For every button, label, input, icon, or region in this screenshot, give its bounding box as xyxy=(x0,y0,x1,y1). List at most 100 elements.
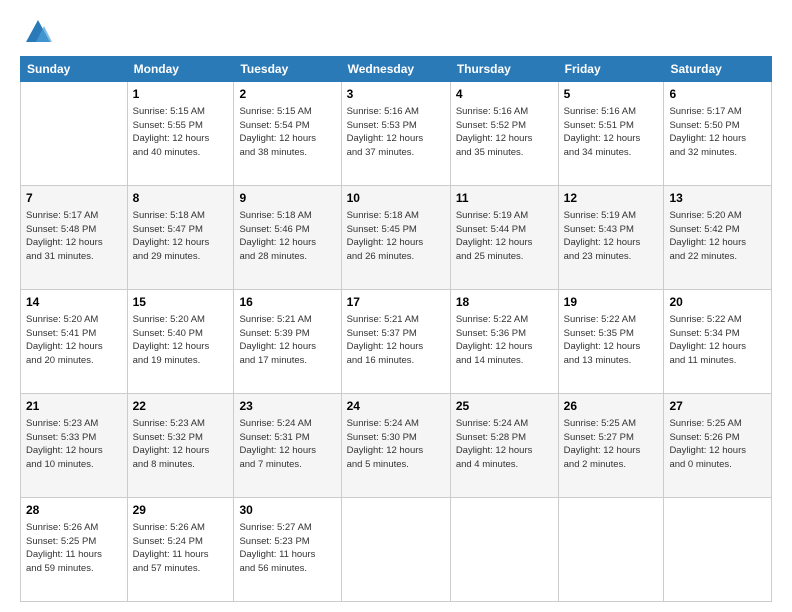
day-info: Sunrise: 5:16 AM Sunset: 5:52 PM Dayligh… xyxy=(456,105,553,160)
day-number: 12 xyxy=(564,190,659,207)
calendar-cell xyxy=(558,498,664,602)
day-info: Sunrise: 5:22 AM Sunset: 5:35 PM Dayligh… xyxy=(564,313,659,368)
calendar-cell: 3 Sunrise: 5:16 AM Sunset: 5:53 PM Daylig… xyxy=(341,82,450,186)
day-number: 28 xyxy=(26,502,122,519)
day-number: 1 xyxy=(133,86,229,103)
calendar-cell: 10 Sunrise: 5:18 AM Sunset: 5:45 PM Dayli… xyxy=(341,186,450,290)
day-number: 11 xyxy=(456,190,553,207)
day-info: Sunrise: 5:16 AM Sunset: 5:51 PM Dayligh… xyxy=(564,105,659,160)
day-info: Sunrise: 5:20 AM Sunset: 5:41 PM Dayligh… xyxy=(26,313,122,368)
day-info: Sunrise: 5:17 AM Sunset: 5:50 PM Dayligh… xyxy=(669,105,766,160)
day-info: Sunrise: 5:15 AM Sunset: 5:54 PM Dayligh… xyxy=(239,105,335,160)
day-number: 19 xyxy=(564,294,659,311)
day-info: Sunrise: 5:24 AM Sunset: 5:30 PM Dayligh… xyxy=(347,417,445,472)
day-number: 20 xyxy=(669,294,766,311)
logo xyxy=(20,18,52,46)
calendar-cell: 24 Sunrise: 5:24 AM Sunset: 5:30 PM Dayli… xyxy=(341,394,450,498)
calendar-cell: 22Sunrise: 5:23 AM Sunset: 5:32 PM Dayli… xyxy=(127,394,234,498)
col-header-wednesday: Wednesday xyxy=(341,57,450,82)
day-number: 15 xyxy=(133,294,229,311)
col-header-friday: Friday xyxy=(558,57,664,82)
day-info: Sunrise: 5:24 AM Sunset: 5:28 PM Dayligh… xyxy=(456,417,553,472)
col-header-monday: Monday xyxy=(127,57,234,82)
day-number: 17 xyxy=(347,294,445,311)
calendar-cell: 27 Sunrise: 5:25 AM Sunset: 5:26 PM Dayli… xyxy=(664,394,772,498)
calendar-cell xyxy=(450,498,558,602)
calendar-cell: 15 Sunrise: 5:20 AM Sunset: 5:40 PM Dayli… xyxy=(127,290,234,394)
day-number: 30 xyxy=(239,502,335,519)
calendar-cell: 20 Sunrise: 5:22 AM Sunset: 5:34 PM Dayli… xyxy=(664,290,772,394)
day-info: Sunrise: 5:18 AM Sunset: 5:47 PM Dayligh… xyxy=(133,209,229,264)
day-info: Sunrise: 5:23 AM Sunset: 5:33 PM Dayligh… xyxy=(26,417,122,472)
calendar-cell: 26Sunrise: 5:25 AM Sunset: 5:27 PM Dayli… xyxy=(558,394,664,498)
calendar-week-row: 14 Sunrise: 5:20 AM Sunset: 5:41 PM Dayli… xyxy=(21,290,772,394)
calendar-cell: 6 Sunrise: 5:17 AM Sunset: 5:50 PM Daylig… xyxy=(664,82,772,186)
col-header-thursday: Thursday xyxy=(450,57,558,82)
col-header-saturday: Saturday xyxy=(664,57,772,82)
calendar-cell: 14 Sunrise: 5:20 AM Sunset: 5:41 PM Dayli… xyxy=(21,290,128,394)
day-info: Sunrise: 5:25 AM Sunset: 5:26 PM Dayligh… xyxy=(669,417,766,472)
day-info: Sunrise: 5:20 AM Sunset: 5:42 PM Dayligh… xyxy=(669,209,766,264)
day-number: 3 xyxy=(347,86,445,103)
calendar-cell: 16 Sunrise: 5:21 AM Sunset: 5:39 PM Dayli… xyxy=(234,290,341,394)
calendar-week-row: 21Sunrise: 5:23 AM Sunset: 5:33 PM Dayli… xyxy=(21,394,772,498)
day-info: Sunrise: 5:18 AM Sunset: 5:45 PM Dayligh… xyxy=(347,209,445,264)
day-number: 8 xyxy=(133,190,229,207)
day-number: 10 xyxy=(347,190,445,207)
calendar-cell: 9 Sunrise: 5:18 AM Sunset: 5:46 PM Daylig… xyxy=(234,186,341,290)
calendar-cell: 2 Sunrise: 5:15 AM Sunset: 5:54 PM Daylig… xyxy=(234,82,341,186)
day-number: 14 xyxy=(26,294,122,311)
calendar-cell: 30 Sunrise: 5:27 AM Sunset: 5:23 PM Dayli… xyxy=(234,498,341,602)
day-info: Sunrise: 5:18 AM Sunset: 5:46 PM Dayligh… xyxy=(239,209,335,264)
day-number: 24 xyxy=(347,398,445,415)
day-number: 4 xyxy=(456,86,553,103)
calendar-cell: 1 Sunrise: 5:15 AM Sunset: 5:55 PM Daylig… xyxy=(127,82,234,186)
col-header-sunday: Sunday xyxy=(21,57,128,82)
day-info: Sunrise: 5:21 AM Sunset: 5:39 PM Dayligh… xyxy=(239,313,335,368)
day-number: 22 xyxy=(133,398,229,415)
calendar-cell xyxy=(664,498,772,602)
calendar-cell: 4 Sunrise: 5:16 AM Sunset: 5:52 PM Daylig… xyxy=(450,82,558,186)
day-info: Sunrise: 5:22 AM Sunset: 5:36 PM Dayligh… xyxy=(456,313,553,368)
page: SundayMondayTuesdayWednesdayThursdayFrid… xyxy=(0,0,792,612)
calendar-cell: 8 Sunrise: 5:18 AM Sunset: 5:47 PM Daylig… xyxy=(127,186,234,290)
day-info: Sunrise: 5:16 AM Sunset: 5:53 PM Dayligh… xyxy=(347,105,445,160)
day-info: Sunrise: 5:24 AM Sunset: 5:31 PM Dayligh… xyxy=(239,417,335,472)
day-number: 6 xyxy=(669,86,766,103)
day-info: Sunrise: 5:27 AM Sunset: 5:23 PM Dayligh… xyxy=(239,521,335,576)
logo-icon xyxy=(24,18,52,46)
calendar-cell: 13 Sunrise: 5:20 AM Sunset: 5:42 PM Dayli… xyxy=(664,186,772,290)
calendar-cell: 28 Sunrise: 5:26 AM Sunset: 5:25 PM Dayli… xyxy=(21,498,128,602)
day-number: 25 xyxy=(456,398,553,415)
day-number: 5 xyxy=(564,86,659,103)
col-header-tuesday: Tuesday xyxy=(234,57,341,82)
calendar-cell: 25 Sunrise: 5:24 AM Sunset: 5:28 PM Dayli… xyxy=(450,394,558,498)
calendar-cell xyxy=(21,82,128,186)
day-number: 18 xyxy=(456,294,553,311)
calendar-cell: 5 Sunrise: 5:16 AM Sunset: 5:51 PM Daylig… xyxy=(558,82,664,186)
day-info: Sunrise: 5:26 AM Sunset: 5:25 PM Dayligh… xyxy=(26,521,122,576)
calendar-cell: 19 Sunrise: 5:22 AM Sunset: 5:35 PM Dayli… xyxy=(558,290,664,394)
day-info: Sunrise: 5:20 AM Sunset: 5:40 PM Dayligh… xyxy=(133,313,229,368)
calendar-cell: 11 Sunrise: 5:19 AM Sunset: 5:44 PM Dayli… xyxy=(450,186,558,290)
calendar-cell: 7Sunrise: 5:17 AM Sunset: 5:48 PM Daylig… xyxy=(21,186,128,290)
day-number: 13 xyxy=(669,190,766,207)
day-info: Sunrise: 5:26 AM Sunset: 5:24 PM Dayligh… xyxy=(133,521,229,576)
day-number: 29 xyxy=(133,502,229,519)
day-info: Sunrise: 5:15 AM Sunset: 5:55 PM Dayligh… xyxy=(133,105,229,160)
day-info: Sunrise: 5:19 AM Sunset: 5:44 PM Dayligh… xyxy=(456,209,553,264)
calendar-cell: 18 Sunrise: 5:22 AM Sunset: 5:36 PM Dayli… xyxy=(450,290,558,394)
day-info: Sunrise: 5:25 AM Sunset: 5:27 PM Dayligh… xyxy=(564,417,659,472)
day-info: Sunrise: 5:19 AM Sunset: 5:43 PM Dayligh… xyxy=(564,209,659,264)
day-number: 16 xyxy=(239,294,335,311)
day-number: 27 xyxy=(669,398,766,415)
day-number: 9 xyxy=(239,190,335,207)
day-info: Sunrise: 5:22 AM Sunset: 5:34 PM Dayligh… xyxy=(669,313,766,368)
day-info: Sunrise: 5:21 AM Sunset: 5:37 PM Dayligh… xyxy=(347,313,445,368)
day-number: 2 xyxy=(239,86,335,103)
calendar-cell: 12 Sunrise: 5:19 AM Sunset: 5:43 PM Dayli… xyxy=(558,186,664,290)
calendar-cell: 17 Sunrise: 5:21 AM Sunset: 5:37 PM Dayli… xyxy=(341,290,450,394)
calendar-table: SundayMondayTuesdayWednesdayThursdayFrid… xyxy=(20,56,772,602)
calendar-week-row: 28 Sunrise: 5:26 AM Sunset: 5:25 PM Dayli… xyxy=(21,498,772,602)
calendar-cell xyxy=(341,498,450,602)
